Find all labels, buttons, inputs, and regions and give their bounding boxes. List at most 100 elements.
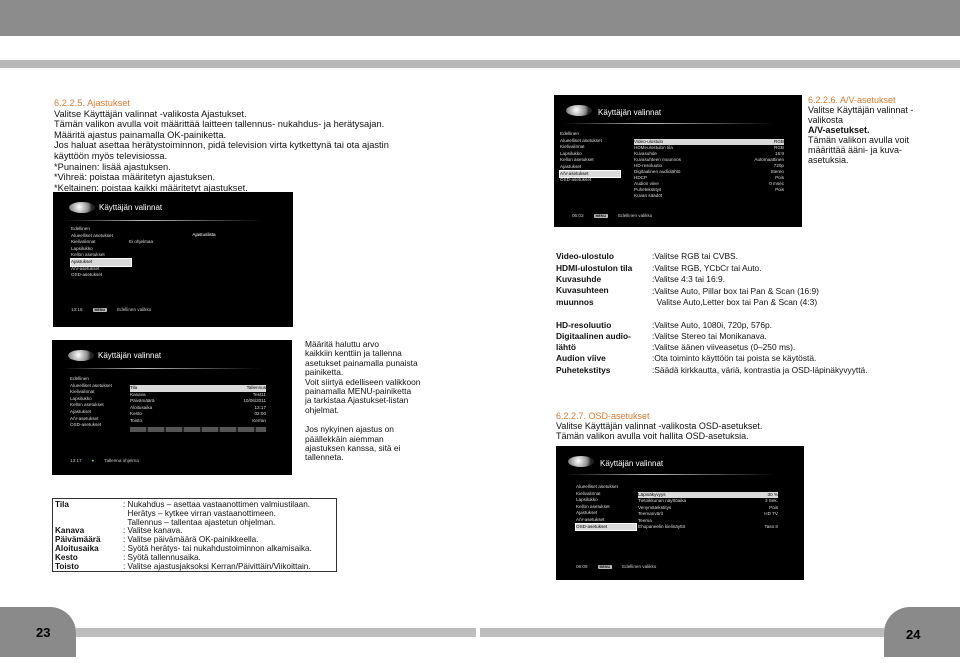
divider: [566, 474, 776, 475]
panel-title: Ajastuslista: [192, 232, 216, 237]
row-label: Toisto: [55, 561, 79, 571]
green-button-icon: ●: [91, 458, 95, 463]
text-line: Valitse Käyttäjän valinnat -valikosta OS…: [556, 421, 763, 431]
text-line: Valitse Käyttäjän valinnat -valikosta Aj…: [54, 108, 247, 119]
row-value: :Valitse Stereo tai Monikanava.: [652, 331, 767, 341]
row-value: :Valitse äänen viiveasetus (0–250 ms).: [652, 342, 796, 352]
menu-button-icon: MENU: [593, 213, 609, 218]
menu-item: A/V-asetukset: [576, 516, 605, 522]
menu-item: Kellon asetukset: [560, 157, 594, 163]
text-line: käyttöön myös televisiossa.: [54, 150, 168, 161]
row-value: : Valitse ajastusjaksoksi Kerran/Päivitt…: [123, 561, 311, 571]
osd-title: Käyttäjän valinnat: [99, 203, 163, 212]
osd-osd-settings-screenshot: Käyttäjän valinnat Alueelliset asetukset…: [556, 446, 804, 580]
row-label: Tila: [55, 500, 69, 509]
menu-item: Ajastukset: [70, 408, 92, 414]
menu-item: Kellon asetukset: [71, 252, 105, 258]
osd-footer: 13:17 ● Tallenna ohjelma: [70, 458, 139, 463]
field-label: Tila: [130, 385, 138, 390]
row-label: HDMI-ulostulon tila: [556, 263, 633, 273]
text-line: *Punainen: lisää ajastuksen.: [54, 161, 171, 172]
header-bar: [0, 0, 960, 36]
row-label: Kuvasuhde: [556, 274, 602, 284]
menu-item: A/V-asetukset: [70, 415, 99, 421]
page-number-left: 23: [0, 607, 76, 657]
field-value: Test11: [252, 391, 266, 397]
back-item: Edellinen: [560, 131, 579, 136]
menu-item: Ajastukset: [576, 510, 598, 516]
form-row: Aloitusaika 13:17: [130, 405, 266, 412]
page-number-text: 23: [36, 625, 51, 640]
text-line: Tämän valikon avulla voit määrittää lait…: [54, 119, 385, 130]
row-value: Valitse Auto,Letter box tai Pan & Scan (…: [652, 297, 818, 307]
form-row: Kanava Test11: [130, 392, 266, 399]
field-value: 13:17: [254, 404, 267, 410]
row-value: :Valitse 4:3 tai 16:9.: [652, 274, 725, 284]
osd-menu: Edellinen Alueelliset asetukset Kielival…: [70, 376, 130, 429]
clock: 06:03: [572, 213, 584, 218]
menu-item: Alueelliset asetukset: [576, 484, 618, 489]
logo-icon: [69, 202, 95, 213]
row-value: :Valitse Auto, 1080i, 720p, 576p.: [652, 320, 772, 330]
menu-item: OSD-asetukset: [70, 422, 102, 428]
osd-av-settings-screenshot: Käyttäjän valinnat Edellinen Alueelliset…: [554, 95, 802, 227]
logo-icon: [68, 350, 94, 361]
back-item: Edellinen: [71, 226, 90, 231]
text-line: Tämän valikon avulla voit: [808, 135, 910, 145]
logo-icon: [566, 105, 592, 116]
menu-item: Ajastukset: [560, 163, 582, 169]
menu-item: Kellon asetukset: [70, 402, 104, 408]
field-value: Kerran: [252, 417, 266, 423]
row-value: :Valitse RGB tai CVBS.: [652, 251, 738, 261]
footer-hint: Edellinen valikko: [117, 307, 152, 312]
row-label: muunnos: [556, 297, 594, 307]
menu-item: Lapsilukko: [70, 395, 92, 401]
row-label: Kuvasuhteen: [556, 285, 609, 295]
add-timer-panel: Tila Tallennus Kanava Test11 Päivämäärä 10/…: [130, 385, 266, 432]
day-selector: [130, 426, 266, 432]
text-line: A/V-asetukset.: [808, 125, 870, 135]
av-panel: Video-ulostulo RGB HDMI-ulostulon tila RGB…: [634, 139, 784, 199]
text-line: ohjelmat.: [305, 404, 339, 415]
menu-item: Lapsilukko: [71, 245, 93, 251]
field-label: Aloitusaika: [130, 404, 153, 410]
divider: [564, 123, 774, 124]
setting-value: Pois: [775, 187, 784, 192]
timers-section: 6.2.2.5. Ajastukset Valitse Käyttäjän va…: [54, 98, 474, 193]
setting-row: Ehupaneelin kielinäyttö Taso 8: [638, 524, 778, 530]
text-line: Valitse Käyttäjän valinnat -: [808, 105, 914, 115]
form-row: Toisto Kerran: [130, 418, 266, 425]
row-label: lähtö: [556, 342, 577, 352]
footer-line-right: [480, 628, 884, 637]
menu-button-icon: MENU: [597, 564, 613, 569]
osd-section: 6.2.2.7. OSD-asetukset Valitse Käyttäjän…: [556, 411, 936, 441]
av-section: 6.2.2.6. A/V-asetukset Valitse Käyttäjän…: [808, 95, 948, 165]
av-description-table: Video-ulostulo :Valitse RGB tai CVBS. HD…: [556, 251, 956, 381]
clock: 13:17: [70, 458, 82, 463]
footer-hint: Edellinen valikko: [618, 213, 653, 218]
footer-hint: Edellinen valikko: [622, 564, 657, 569]
field-label: Kanava: [130, 391, 146, 397]
text-line: tallenneta.: [305, 452, 344, 463]
field-value: 02:00: [254, 411, 267, 417]
text-line: määrittää ääni- ja kuva-: [808, 145, 903, 155]
field-label: Kesto: [130, 411, 142, 417]
form-row: Tila Tallennus: [130, 385, 266, 392]
osd-menu: Edellinen Alueelliset asetukset Kielival…: [70, 226, 132, 279]
text-line: valikosta: [808, 115, 844, 125]
setting-value: Taso 8: [764, 524, 778, 530]
menu-item-selected: Ajastukset: [70, 258, 132, 267]
row-label: Audion viive: [556, 353, 606, 363]
section-heading: 6.2.2.6. A/V-asetukset: [808, 95, 896, 105]
row-label: HD-resoluutio: [556, 320, 612, 330]
row-value: :Valitse Auto, Pillar box tai Pan & Scan…: [652, 286, 819, 296]
text-line: Tämän valikon avulla voit hallita OSD-as…: [556, 431, 749, 441]
timer-description-table: Tila : Nukahdus – asettaa vastaanottimen…: [52, 498, 337, 572]
osd-menu: Edellinen Alueelliset asetukset Kielival…: [559, 131, 621, 184]
menu-item: A/V-asetukset: [71, 265, 100, 271]
text-line: *Vihreä: poistaa määritetyn ajastuksen.: [54, 172, 216, 183]
osd-title: Käyttäjän valinnat: [98, 351, 162, 360]
menu-item: OSD-asetukset: [560, 177, 592, 183]
clock: 13:16: [71, 307, 83, 312]
field-label: Päivämäärä: [130, 398, 155, 404]
